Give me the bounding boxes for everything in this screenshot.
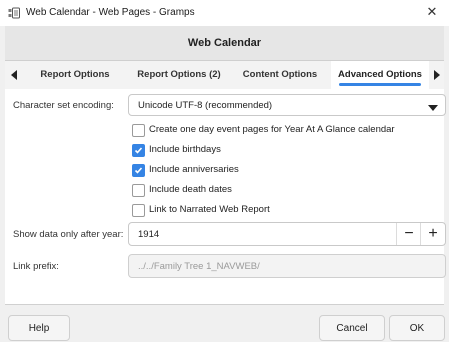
active-tab-indicator [339, 83, 421, 86]
chevron-down-icon [428, 103, 438, 114]
window-titlebar: Web Calendar - Web Pages - Gramps ✕ [0, 0, 449, 26]
tab-bar: Report Options Report Options (2) Conten… [5, 61, 444, 90]
tab-advanced-options[interactable]: Advanced Options [331, 61, 429, 89]
after-year-spinbutton[interactable]: 1914 − + [128, 222, 446, 246]
help-button[interactable]: Help [8, 315, 70, 341]
window-title: Web Calendar - Web Pages - Gramps [26, 7, 195, 18]
checkbox-label: Link to Narrated Web Report [149, 204, 270, 215]
checkbox-label: Include anniversaries [149, 164, 239, 175]
checkbox-label: Include death dates [149, 184, 232, 195]
after-year-label: Show data only after year: [13, 229, 124, 240]
encoding-label: Character set encoding: [13, 100, 114, 111]
link-prefix-label: Link prefix: [13, 261, 59, 272]
checkmark-icon [134, 147, 143, 154]
tab-content-options[interactable]: Content Options [231, 61, 329, 89]
ok-button[interactable]: OK [389, 315, 445, 341]
checkbox[interactable] [132, 164, 145, 177]
gramps-app-icon [8, 7, 20, 19]
dialog-title: Web Calendar [187, 37, 262, 49]
chevron-left-icon[interactable] [7, 61, 23, 89]
checkbox[interactable] [132, 184, 145, 197]
checkmark-icon [134, 167, 143, 174]
tab-label: Advanced Options [338, 69, 422, 80]
checkbox-label: Include birthdays [149, 144, 221, 155]
minus-icon: − [404, 225, 414, 242]
close-icon[interactable]: ✕ [423, 3, 441, 21]
link-prefix-value: ../../Family Tree 1_NAVWEB/ [138, 261, 260, 272]
chevron-right-icon[interactable] [428, 61, 444, 89]
tab-label: Report Options (2) [137, 69, 221, 80]
checkbox[interactable] [132, 144, 145, 157]
advanced-options-panel: Character set encoding: Unicode UTF-8 (r… [5, 89, 446, 305]
checkbox[interactable] [132, 124, 145, 137]
tab-label: Content Options [242, 69, 318, 80]
cancel-button[interactable]: Cancel [319, 315, 385, 341]
link-prefix-entry[interactable]: ../../Family Tree 1_NAVWEB/ [128, 254, 446, 278]
checkbox-label: Create one day event pages for Year At A… [149, 124, 395, 135]
tab-label: Report Options [40, 69, 110, 80]
tab-report-options-2[interactable]: Report Options (2) [127, 61, 231, 89]
checkbox[interactable] [132, 204, 145, 217]
plus-icon: + [428, 225, 438, 242]
increment-button[interactable]: + [420, 223, 445, 245]
decrement-button[interactable]: − [396, 223, 421, 245]
after-year-value[interactable]: 1914 [138, 229, 159, 240]
tab-report-options[interactable]: Report Options [23, 61, 127, 89]
dialog-header: Web Calendar [5, 26, 444, 61]
encoding-value: Unicode UTF-8 (recommended) [138, 100, 273, 111]
encoding-combo[interactable]: Unicode UTF-8 (recommended) [128, 94, 446, 116]
